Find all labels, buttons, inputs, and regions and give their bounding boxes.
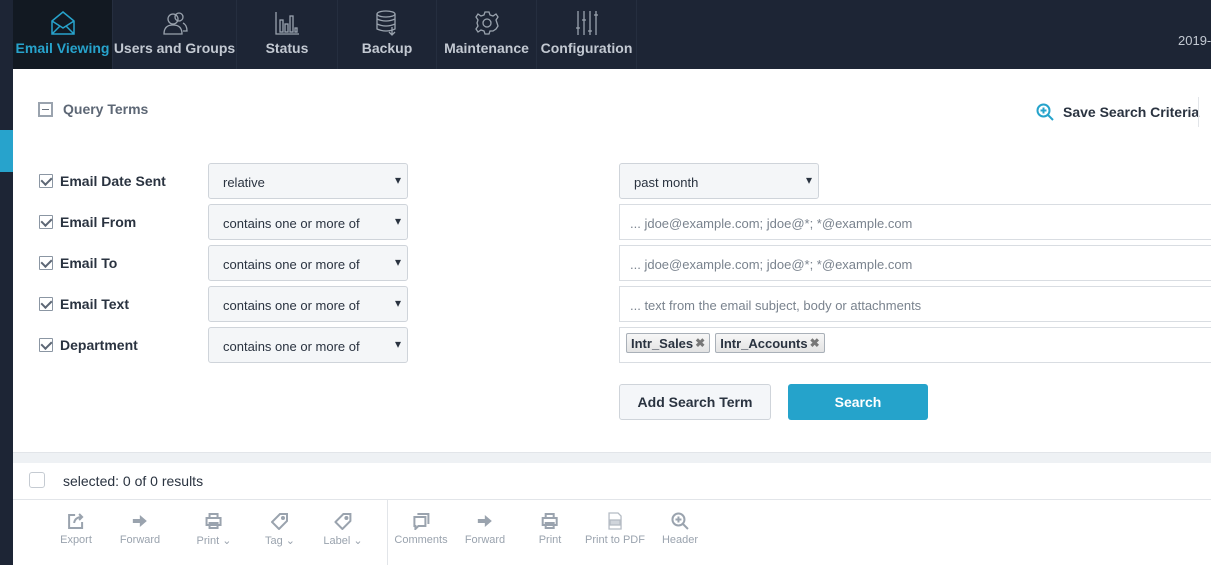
query-row-email-text: Email Text contains one or more of ... t… bbox=[0, 286, 1211, 322]
collapse-icon[interactable] bbox=[38, 101, 53, 117]
query-row-date-sent: Email Date Sent relative past month bbox=[0, 163, 1211, 199]
label-label: Label bbox=[323, 535, 351, 547]
tag-label: Intr_Accounts bbox=[720, 335, 808, 351]
department-tag-input[interactable]: Intr_Sales ✖ Intr_Accounts ✖ bbox=[619, 327, 1211, 363]
forward-button[interactable]: Forward bbox=[120, 512, 160, 546]
operator-select[interactable]: relative bbox=[208, 163, 408, 199]
nav-backup[interactable]: Backup bbox=[338, 0, 437, 69]
save-label: Save Search Criteria bbox=[1063, 104, 1200, 120]
tag-dropdown-button[interactable]: Tag ⌄ bbox=[265, 512, 295, 547]
zoom-in-icon bbox=[1036, 103, 1054, 121]
toolbar-label: Tag ⌄ bbox=[264, 535, 296, 547]
arrow-right-icon bbox=[478, 515, 492, 527]
row-label: Email Date Sent bbox=[60, 173, 166, 189]
row-label: Email To bbox=[60, 255, 118, 271]
row-checkbox[interactable] bbox=[39, 297, 53, 311]
toolbar-divider bbox=[387, 500, 388, 565]
query-row-department: Department contains one or more of Intr_… bbox=[0, 327, 1211, 363]
operator-select[interactable]: contains one or more of bbox=[208, 245, 408, 281]
row-label: Email From bbox=[60, 214, 137, 230]
tag-chip: Intr_Accounts ✖ bbox=[715, 333, 825, 353]
export-button[interactable]: Export bbox=[60, 512, 92, 546]
query-row-email-from: Email From contains one or more of ... j… bbox=[0, 204, 1211, 240]
sliders-icon bbox=[575, 11, 598, 35]
operator-select[interactable]: contains one or more of bbox=[208, 204, 408, 240]
email-from-input[interactable]: ... jdoe@example.com; jdoe@*; *@example.… bbox=[619, 204, 1211, 240]
row-checkbox[interactable] bbox=[39, 256, 53, 270]
query-terms-title: Query Terms bbox=[63, 101, 149, 117]
operator-select[interactable]: contains one or more of bbox=[208, 286, 408, 322]
query-row-email-to: Email To contains one or more of ... jdo… bbox=[0, 245, 1211, 281]
selected-count: selected: 0 of 0 results bbox=[63, 473, 204, 489]
tag-label: Intr_Sales bbox=[631, 335, 694, 351]
top-nav-bar: Email Viewing Users and Groups Status Ba… bbox=[0, 0, 1211, 69]
toolbar-label: Print to PDF bbox=[585, 534, 645, 546]
zoom-in-icon bbox=[671, 512, 689, 530]
toolbar-label: Print bbox=[538, 534, 562, 546]
toolbar-label: Header bbox=[661, 534, 699, 546]
nav-users-and-groups[interactable]: Users and Groups bbox=[113, 0, 237, 69]
query-terms-toggle[interactable]: Query Terms bbox=[38, 101, 148, 117]
row-label: Email Text bbox=[60, 296, 129, 312]
tag-icon bbox=[271, 513, 288, 530]
divider bbox=[1198, 97, 1199, 127]
label-dropdown-button[interactable]: Label ⌄ bbox=[323, 512, 363, 547]
toolbar-label: Forward bbox=[464, 534, 506, 546]
search-button[interactable]: Search bbox=[788, 384, 928, 420]
nav-status[interactable]: Status bbox=[237, 0, 338, 69]
nav-email-viewing[interactable]: Email Viewing bbox=[13, 0, 113, 69]
save-search-criteria-button[interactable]: Save Search Criteria bbox=[1036, 103, 1199, 121]
remove-tag-icon[interactable]: ✖ bbox=[695, 336, 705, 350]
forward-button-2[interactable]: Forward bbox=[465, 512, 505, 546]
row-label: Department bbox=[60, 337, 138, 353]
value-select[interactable]: past month bbox=[619, 163, 819, 199]
label-icon bbox=[333, 513, 351, 530]
pdf-icon bbox=[608, 512, 622, 530]
comments-button[interactable]: Comments bbox=[394, 512, 448, 546]
envelope-icon bbox=[50, 11, 75, 35]
nav-label: Email Viewing bbox=[15, 40, 110, 56]
print-to-pdf-button[interactable]: Print to PDF bbox=[585, 512, 645, 546]
section-divider bbox=[13, 452, 1211, 463]
tag-label: Tag bbox=[264, 535, 283, 547]
nav-label: Users and Groups bbox=[113, 40, 236, 56]
operator-select[interactable]: contains one or more of bbox=[208, 327, 408, 363]
tag-chip: Intr_Sales ✖ bbox=[626, 333, 711, 353]
current-date: 2019- bbox=[1178, 33, 1211, 48]
comments-icon bbox=[413, 513, 429, 530]
print-label: Print bbox=[196, 535, 220, 547]
database-icon bbox=[376, 10, 396, 36]
toolbar-label: Forward bbox=[119, 534, 161, 546]
gear-icon bbox=[474, 11, 499, 35]
printer-icon bbox=[542, 513, 558, 529]
export-icon bbox=[67, 513, 84, 529]
print-button[interactable]: Print bbox=[538, 512, 562, 546]
nav-label: Configuration bbox=[540, 40, 633, 56]
select-all-checkbox[interactable] bbox=[29, 472, 45, 488]
arrow-right-icon bbox=[133, 515, 147, 527]
bar-chart-icon bbox=[275, 12, 299, 35]
toolbar-label: Label ⌄ bbox=[323, 535, 363, 547]
toolbar-label: Print ⌄ bbox=[196, 535, 232, 547]
toolbar-label: Comments bbox=[394, 534, 448, 546]
nav-label: Status bbox=[265, 40, 309, 56]
nav-label: Backup bbox=[361, 40, 413, 56]
nav-maintenance[interactable]: Maintenance bbox=[437, 0, 537, 69]
row-checkbox[interactable] bbox=[39, 338, 53, 352]
header-button[interactable]: Header bbox=[662, 512, 698, 546]
row-checkbox[interactable] bbox=[39, 215, 53, 229]
toolbar-label: Export bbox=[60, 534, 92, 546]
row-checkbox[interactable] bbox=[39, 174, 53, 188]
nav-label: Maintenance bbox=[444, 40, 529, 56]
add-search-term-button[interactable]: Add Search Term bbox=[619, 384, 771, 420]
results-bar: selected: 0 of 0 results bbox=[13, 463, 1211, 500]
email-to-input[interactable]: ... jdoe@example.com; jdoe@*; *@example.… bbox=[619, 245, 1211, 281]
remove-tag-icon[interactable]: ✖ bbox=[810, 336, 820, 350]
users-icon bbox=[162, 12, 188, 35]
email-text-input[interactable]: ... text from the email subject, body or… bbox=[619, 286, 1211, 322]
left-sidebar bbox=[0, 0, 13, 565]
print-dropdown-button[interactable]: Print ⌄ bbox=[196, 512, 232, 547]
nav-configuration[interactable]: Configuration bbox=[537, 0, 637, 69]
printer-icon bbox=[206, 513, 222, 529]
